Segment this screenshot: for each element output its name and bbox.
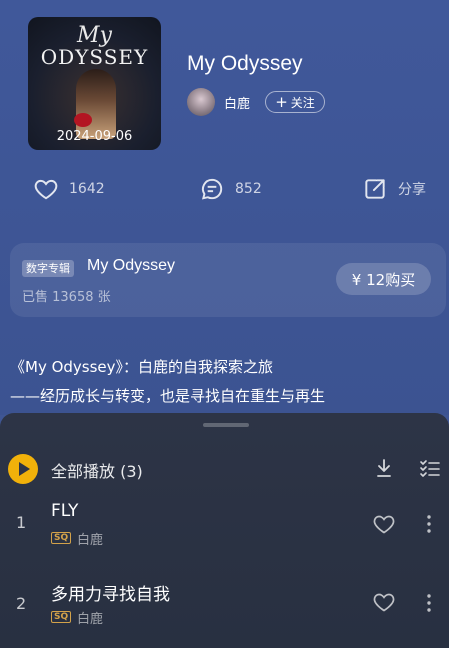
play-all-label[interactable]: 全部播放 (3) xyxy=(51,458,143,482)
play-icon[interactable] xyxy=(8,454,38,484)
track-title: 多用力寻找自我 xyxy=(51,585,170,605)
share-icon xyxy=(365,179,385,199)
artist-avatar[interactable] xyxy=(187,88,215,116)
track-artist[interactable]: 白鹿 xyxy=(77,608,103,627)
share-label: 分享 xyxy=(398,182,426,198)
multi-select-icon[interactable] xyxy=(418,456,442,480)
heart-icon[interactable] xyxy=(372,512,396,536)
cover-text-line2: ODYSSEY xyxy=(40,45,149,69)
buy-button[interactable]: ¥ 12购买 xyxy=(336,263,431,295)
share-action[interactable]: 分享 xyxy=(362,176,426,202)
track-index: 1 xyxy=(16,513,27,532)
artist-name[interactable]: 白鹿 xyxy=(224,93,250,112)
comment-icon xyxy=(201,178,223,200)
sq-badge: SQ xyxy=(51,611,72,623)
cover-artwork-rose xyxy=(74,113,92,127)
digital-album-card[interactable]: 数字专辑 My Odyssey 已售 13658 张 ¥ 12购买 xyxy=(10,243,446,317)
follow-label: 关注 xyxy=(290,95,315,110)
release-date: 2024-09-06 xyxy=(56,129,133,144)
tracklist-panel: 全部播放 (3) 1 FLY SQ 白鹿 2 多用力寻找自我 SQ 白鹿 xyxy=(0,413,449,648)
album-cover[interactable]: My ODYSSEY 2024-09-06 xyxy=(28,17,161,150)
sold-count: 已售 13658 张 xyxy=(22,290,111,305)
track-artist[interactable]: 白鹿 xyxy=(77,529,103,548)
more-icon[interactable] xyxy=(424,513,434,535)
comment-count: 852 xyxy=(235,181,262,197)
heart-icon[interactable] xyxy=(372,590,396,614)
sq-badge: SQ xyxy=(51,532,72,544)
description-line-2: ——经历成长与转变，也是寻找自在重生与再生 xyxy=(10,387,326,405)
like-count: 1642 xyxy=(69,181,105,197)
drag-handle[interactable] xyxy=(203,423,249,427)
comment-action[interactable]: 852 xyxy=(199,176,262,202)
album-title: My Odyssey xyxy=(187,52,303,75)
download-icon[interactable] xyxy=(372,456,396,480)
track-index: 2 xyxy=(16,594,27,613)
heart-icon xyxy=(34,179,58,200)
description-line-1: 《My Odyssey》：白鹿的自我探索之旅 xyxy=(10,358,274,376)
follow-button[interactable]: + 关注 xyxy=(265,91,325,113)
more-icon[interactable] xyxy=(424,592,434,614)
digital-album-title: My Odyssey xyxy=(87,257,176,274)
track-title: FLY xyxy=(51,501,79,521)
plus-icon: + xyxy=(275,92,288,111)
like-action[interactable]: 1642 xyxy=(33,176,105,202)
digital-album-tag: 数字专辑 xyxy=(22,260,74,277)
